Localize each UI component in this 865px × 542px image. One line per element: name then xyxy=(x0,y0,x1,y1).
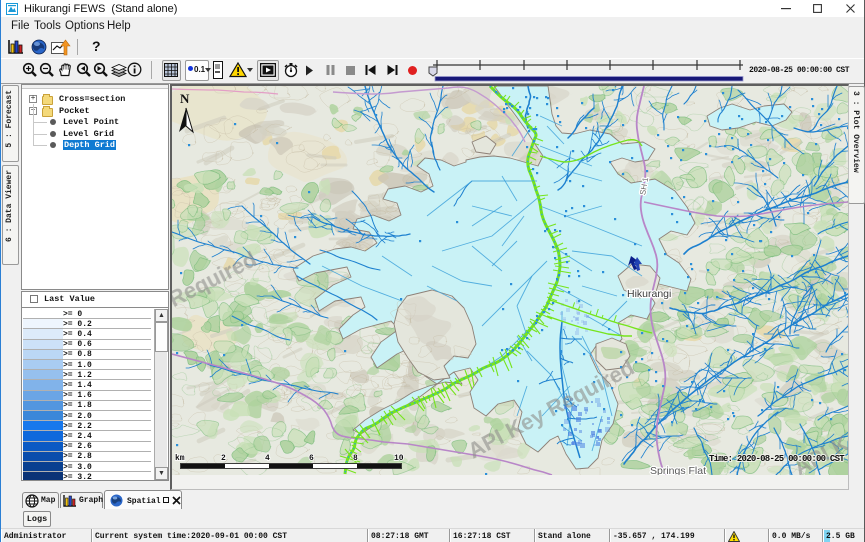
svg-text:Time: 2020-08-25 00:00:00 CST: Time: 2020-08-25 00:00:00 CST xyxy=(709,454,845,464)
svg-text:2: 2 xyxy=(221,454,226,463)
svg-text:4: 4 xyxy=(265,454,270,463)
svg-text:Springs Flat: Springs Flat xyxy=(650,465,706,475)
svg-text:6: 6 xyxy=(309,454,314,463)
svg-text:10: 10 xyxy=(394,454,404,463)
svg-text:N: N xyxy=(180,91,190,106)
svg-text:Hikurangi: Hikurangi xyxy=(627,288,671,300)
svg-text:km: km xyxy=(175,454,185,463)
svg-text:8: 8 xyxy=(353,454,358,463)
